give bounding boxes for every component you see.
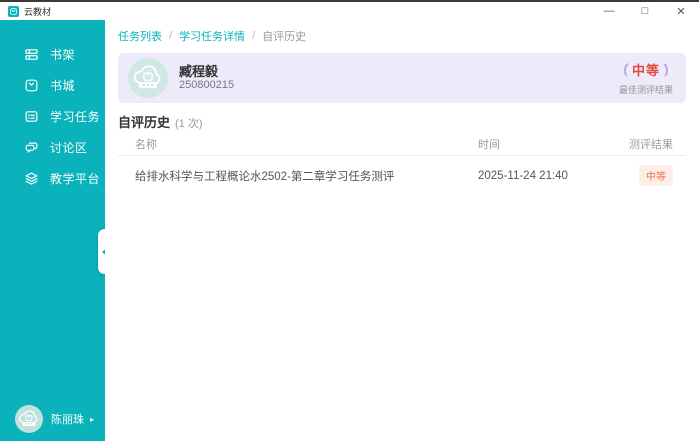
sidebar-item-tasks[interactable]: 学习任务 — [0, 101, 105, 132]
breadcrumb-current: 自评历史 — [262, 28, 306, 44]
row-time: 2025-11-24 21:40 — [478, 170, 609, 182]
result-badge: 中等 — [639, 165, 673, 186]
best-result-block: 中等 最佳测评结果 — [619, 60, 673, 96]
app-logo-icon — [8, 6, 19, 17]
sidebar-item-label: 学习任务 — [50, 108, 100, 125]
breadcrumb-task-list[interactable]: 任务列表 — [118, 28, 162, 44]
row-task-name: 给排水科学与工程概论水2502-第二章学习任务测评 — [135, 168, 478, 184]
titlebar: 云教材 — □ ✕ — [0, 2, 699, 20]
app-title: 云教材 — [24, 5, 51, 18]
history-table: 名称 时间 测评结果 给排水科学与工程概论水2502-第二章学习任务测评 202… — [118, 133, 686, 195]
tasks-icon — [24, 109, 39, 124]
best-grade-caption: 最佳测评结果 — [619, 83, 673, 96]
user-name: 陈丽珠 — [51, 411, 84, 427]
chevron-right-icon: ▸ — [90, 415, 94, 424]
table-header: 名称 时间 测评结果 — [118, 133, 686, 156]
laurel-left-icon — [621, 62, 630, 78]
history-title: 自评历史 — [118, 115, 170, 130]
table-row[interactable]: 给排水科学与工程概论水2502-第二章学习任务测评 2025-11-24 21:… — [118, 156, 686, 195]
minimize-button[interactable]: — — [591, 2, 627, 20]
sidebar-item-bookshelf[interactable]: 书架 — [0, 39, 105, 70]
row-result: 中等 — [609, 165, 673, 186]
breadcrumb-separator: / — [169, 30, 172, 42]
bookstore-icon — [24, 78, 39, 93]
student-avatar — [128, 58, 168, 98]
history-count: (1 次) — [175, 118, 203, 130]
sidebar-item-label: 书架 — [50, 46, 75, 63]
app-window: 云教材 — □ ✕ 书架 书城 — [0, 0, 699, 441]
sidebar-item-platform[interactable]: 教学平台 — [0, 163, 105, 194]
sidebar-item-label: 教学平台 — [50, 170, 100, 187]
layers-icon — [24, 171, 39, 186]
sidebar-item-label: 书城 — [50, 77, 75, 94]
maximize-button[interactable]: □ — [627, 2, 663, 20]
breadcrumb-separator: / — [252, 30, 255, 42]
sidebar-item-discussion[interactable]: 讨论区 — [0, 132, 105, 163]
col-header-name: 名称 — [135, 136, 478, 152]
section-title: 自评历史 (1 次) — [118, 112, 203, 131]
sidebar-user[interactable]: 陈丽珠 ▸ — [0, 405, 105, 433]
student-card: 臧程毅 250800215 中等 最佳测评结果 — [118, 53, 686, 103]
user-avatar — [15, 405, 43, 433]
best-grade: 中等 — [632, 60, 660, 79]
col-header-time: 时间 — [478, 136, 609, 152]
breadcrumb: 任务列表 / 学习任务详情 / 自评历史 — [118, 28, 306, 44]
window-controls: — □ ✕ — [591, 2, 699, 20]
sidebar-nav: 书架 书城 学习任务 讨论区 — [0, 20, 105, 194]
sidebar-item-bookstore[interactable]: 书城 — [0, 70, 105, 101]
breadcrumb-task-detail[interactable]: 学习任务详情 — [179, 28, 245, 44]
sidebar-item-label: 讨论区 — [50, 139, 88, 156]
discussion-icon — [24, 140, 39, 155]
main-content: 任务列表 / 学习任务详情 / 自评历史 臧程毅 250800215 中等 — [105, 20, 699, 441]
laurel-right-icon — [662, 62, 671, 78]
student-id: 250800215 — [179, 79, 234, 91]
col-header-result: 测评结果 — [609, 136, 673, 152]
student-name: 臧程毅 — [179, 61, 218, 80]
bookshelf-icon — [24, 47, 39, 62]
close-button[interactable]: ✕ — [663, 2, 699, 20]
sidebar: 书架 书城 学习任务 讨论区 — [0, 20, 105, 441]
